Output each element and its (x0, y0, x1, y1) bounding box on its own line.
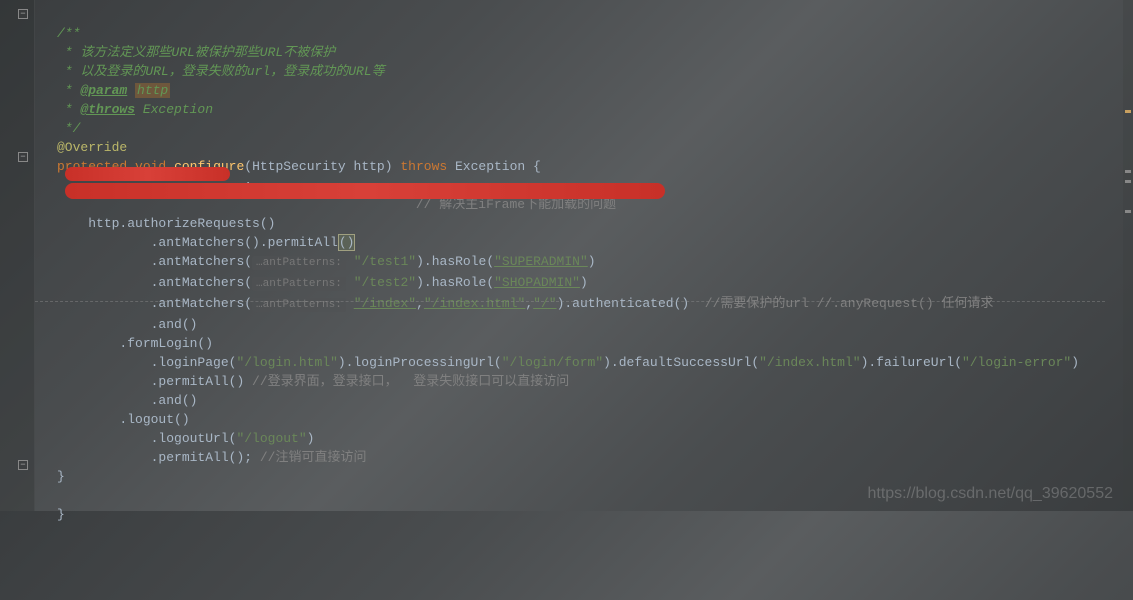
ant2-mid: ).hasRole( (416, 254, 494, 269)
doc-line2: * 以及登录的URL，登录失败的url，登录成功的URL等 (57, 64, 385, 79)
and2: .and() (151, 393, 198, 408)
kw-throws: throws (400, 159, 447, 174)
fold-icon[interactable]: − (18, 460, 28, 470)
ant3-end: ) (580, 275, 588, 290)
logout: .logout() (119, 412, 189, 427)
brace-close2: } (57, 507, 65, 522)
doc-line4-prefix: * (57, 102, 80, 117)
login-fail: "/login-error" (962, 355, 1071, 370)
scroll-marker (1125, 110, 1131, 113)
ant3-role: "SHOPADMIN" (494, 275, 580, 290)
redacted-comment: // 解决主iFrame下能加载的问题 (416, 197, 616, 212)
logout-url-end: ) (307, 431, 315, 446)
login-succ: "/index.html" (759, 355, 860, 370)
gutter: − − − (0, 0, 35, 511)
watermark: https://blog.csdn.net/qq_39620552 (867, 485, 1113, 503)
ant2-role: "SUPERADMIN" (494, 254, 588, 269)
param-tag: @param (80, 83, 127, 98)
http-auth: http.authorizeRequests() (88, 216, 275, 231)
login-proc: "/login/form" (502, 355, 603, 370)
scrollbar[interactable] (1123, 0, 1133, 511)
permit2-comment: //注销可直接访问 (260, 450, 367, 465)
redaction-mark (65, 183, 665, 199)
permit2: .permitAll(); (151, 450, 260, 465)
login-pre: .loginPage( (151, 355, 237, 370)
fold-icon[interactable]: − (18, 9, 28, 19)
form-login: .formLogin() (119, 336, 213, 351)
login-fail-pre: ).failureUrl( (861, 355, 962, 370)
hint-icon: …antPatterns: (252, 256, 346, 270)
permit1-comment: //登录界面，登录接口， 登录失败接口可以直接访问 (252, 374, 569, 389)
doc-open: /** (57, 26, 80, 41)
param-var: http (354, 159, 385, 174)
fold-icon[interactable]: − (18, 152, 28, 162)
ant1: .antMatchers().permitAll (151, 235, 338, 250)
code-editor[interactable]: − − − /** * 该方法定义那些URL被保护那些URL不被保护 * 以及登… (0, 0, 1133, 511)
ant3-str: "/test2" (354, 275, 416, 290)
doc-line3-prefix: * (57, 83, 80, 98)
throws-name: Exception (135, 102, 213, 117)
throws-tag: @throws (80, 102, 135, 117)
code-content[interactable]: /** * 该方法定义那些URL被保护那些URL不被保护 * 以及登录的URL，… (35, 0, 1133, 511)
permit1: .permitAll() (151, 374, 252, 389)
scroll-marker (1125, 170, 1131, 173)
hint-icon: …antPatterns: (252, 277, 346, 291)
scroll-marker (1125, 210, 1131, 213)
annotation-override: @Override (57, 140, 127, 155)
caret-paren: () (338, 234, 356, 251)
ant4-comment: //需要保护的url //.anyRequest() 任何请求 (705, 296, 994, 311)
brace-close1: } (57, 469, 65, 484)
ant2-pre: .antMatchers( (151, 254, 252, 269)
param-name: http (135, 83, 170, 98)
redaction-mark (65, 167, 230, 181)
doc-close: */ (57, 121, 80, 136)
exception: Exception (455, 159, 525, 174)
ant4-pre: .antMatchers( (151, 296, 252, 311)
ant4-mid: ).authenticated() (557, 296, 705, 311)
ant4-str2: "/index.html" (424, 296, 525, 311)
and1: .and() (151, 317, 198, 332)
login-page: "/login.html" (236, 355, 337, 370)
ant4-str3: "/" (533, 296, 556, 311)
logout-url: "/logout" (236, 431, 306, 446)
login-end: ) (1071, 355, 1079, 370)
login-succ-pre: ).defaultSuccessUrl( (603, 355, 759, 370)
brace-open: { (533, 159, 541, 174)
param-type: HttpSecurity (252, 159, 346, 174)
wavy-underline (35, 300, 1105, 302)
login-proc-pre: ).loginProcessingUrl( (338, 355, 502, 370)
ant2-end: ) (588, 254, 596, 269)
ant4-str1: "/index" (354, 296, 416, 311)
scroll-marker (1125, 180, 1131, 183)
logout-url-pre: .logoutUrl( (151, 431, 237, 446)
ant3-pre: .antMatchers( (151, 275, 252, 290)
doc-line1: * 该方法定义那些URL被保护那些URL不被保护 (57, 45, 335, 60)
ant3-mid: ).hasRole( (416, 275, 494, 290)
ant2-str: "/test1" (354, 254, 416, 269)
